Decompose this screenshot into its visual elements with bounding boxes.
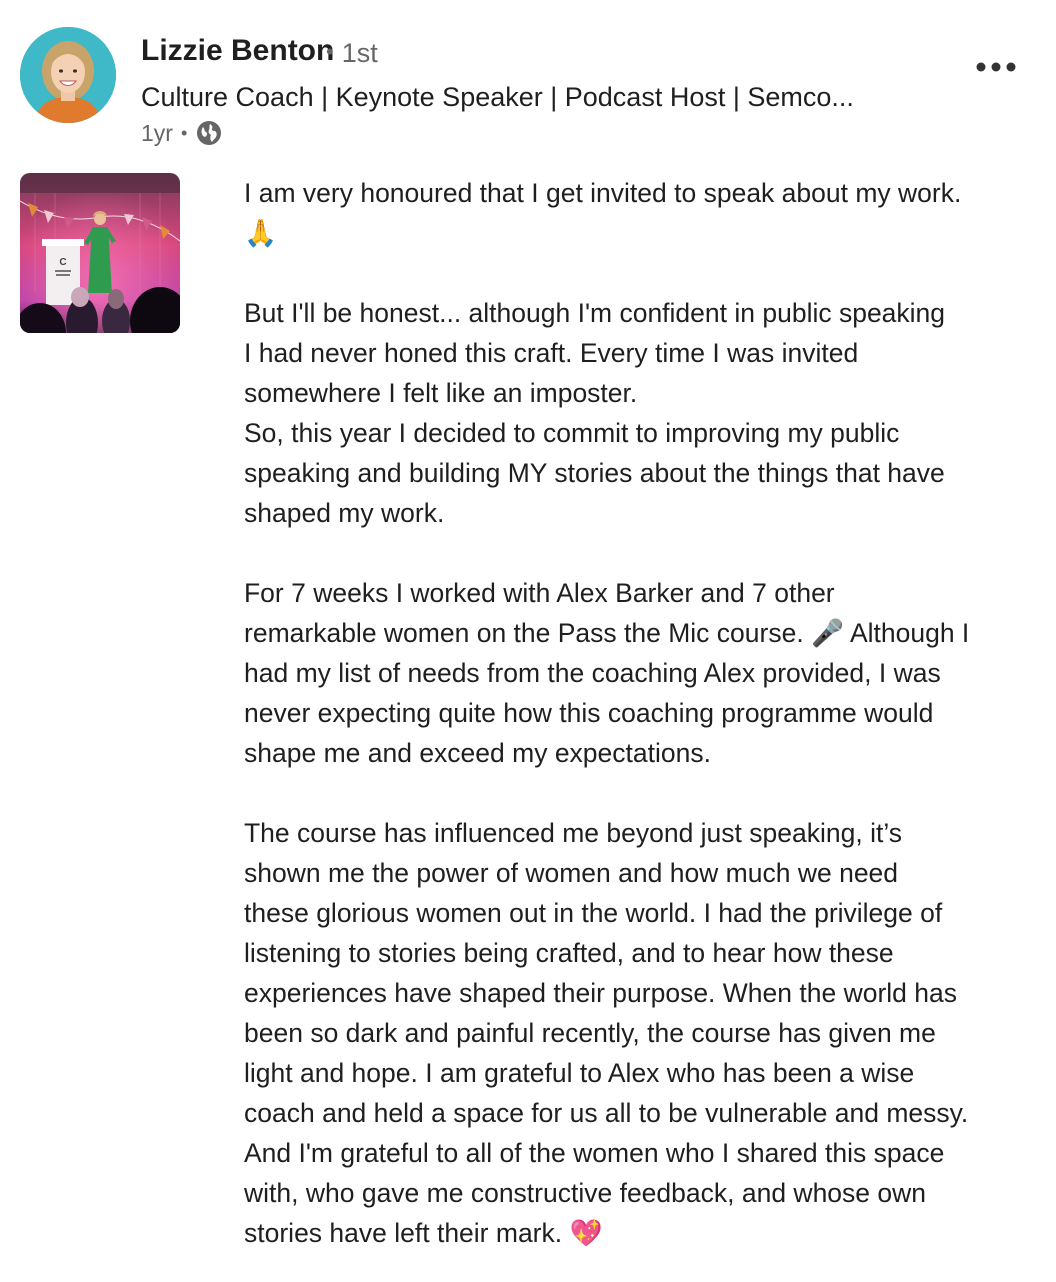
post-text-line: 🙏 [244, 218, 277, 248]
post-text-line: been so dark and painful recently, the c… [244, 1018, 936, 1048]
post-text-line: speaking and building MY stories about t… [244, 458, 945, 488]
post-timestamp: 1yr [141, 119, 173, 146]
post-text-line: shaped my work. [244, 498, 445, 528]
post-text-line: The course has influenced me beyond just… [244, 818, 902, 848]
post-text-line: So, this year I decided to commit to imp… [244, 418, 900, 448]
post-text-line: never expecting quite how this coaching … [244, 698, 934, 728]
post-image-thumbnail[interactable]: C [20, 173, 180, 333]
profile-photo-icon [20, 27, 116, 123]
feed-post: Lizzie Benton • 1st Culture Coach | Keyno… [0, 0, 1056, 1282]
post-text-line: experiences have shaped their purpose. W… [244, 978, 957, 1008]
more-options-button[interactable] [970, 52, 1022, 82]
post-text-line: remarkable women on the Pass the Mic cou… [244, 618, 970, 648]
author-avatar[interactable] [20, 27, 116, 123]
post-text-line: these glorious women out in the world. I… [244, 898, 943, 928]
post-text-line: with, who gave me constructive feedback,… [244, 1178, 927, 1208]
post-text-line: I had never honed this craft. Every time… [244, 338, 859, 368]
separator-dot: • [180, 122, 188, 143]
ellipsis-icon [976, 62, 1016, 72]
post-text-line: But I'll be honest... although I'm confi… [244, 298, 946, 328]
connection-degree: • 1st [326, 38, 378, 69]
author-name[interactable]: Lizzie Benton [141, 34, 334, 68]
globe-icon [195, 119, 223, 147]
post-text-line: somewhere I felt like an imposter. [244, 378, 638, 408]
separator-dot: • [326, 39, 334, 64]
paragraph-break [244, 253, 1044, 293]
post-text-line: For 7 weeks I worked with Alex Barker an… [244, 578, 835, 608]
post-text-line: stories have left their mark. 💖 [244, 1218, 603, 1248]
post-text-line: listening to stories being crafted, and … [244, 938, 894, 968]
post-text-line: shown me the power of women and how much… [244, 858, 899, 888]
post-text-line: I am very honoured that I get invited to… [244, 178, 962, 208]
paragraph-break [244, 773, 1044, 813]
post-text-line: coach and held a space for us all to be … [244, 1098, 969, 1128]
post-body-text: I am very honoured that I get invited to… [244, 173, 1044, 1253]
post-meta: 1yr • [141, 117, 223, 149]
paragraph-break [244, 533, 1044, 573]
post-text-line: And I'm grateful to all of the women who… [244, 1138, 945, 1168]
connection-degree-label: 1st [341, 38, 378, 68]
post-text-line: had my list of needs from the coaching A… [244, 658, 941, 688]
svg-text:C: C [59, 257, 66, 268]
post-text-line: shape me and exceed my expectations. [244, 738, 711, 768]
speaker-on-stage-image: C [20, 173, 180, 333]
author-headline: Culture Coach | Keynote Speaker | Podcas… [141, 82, 854, 112]
post-text-line: light and hope. I am grateful to Alex wh… [244, 1058, 915, 1088]
